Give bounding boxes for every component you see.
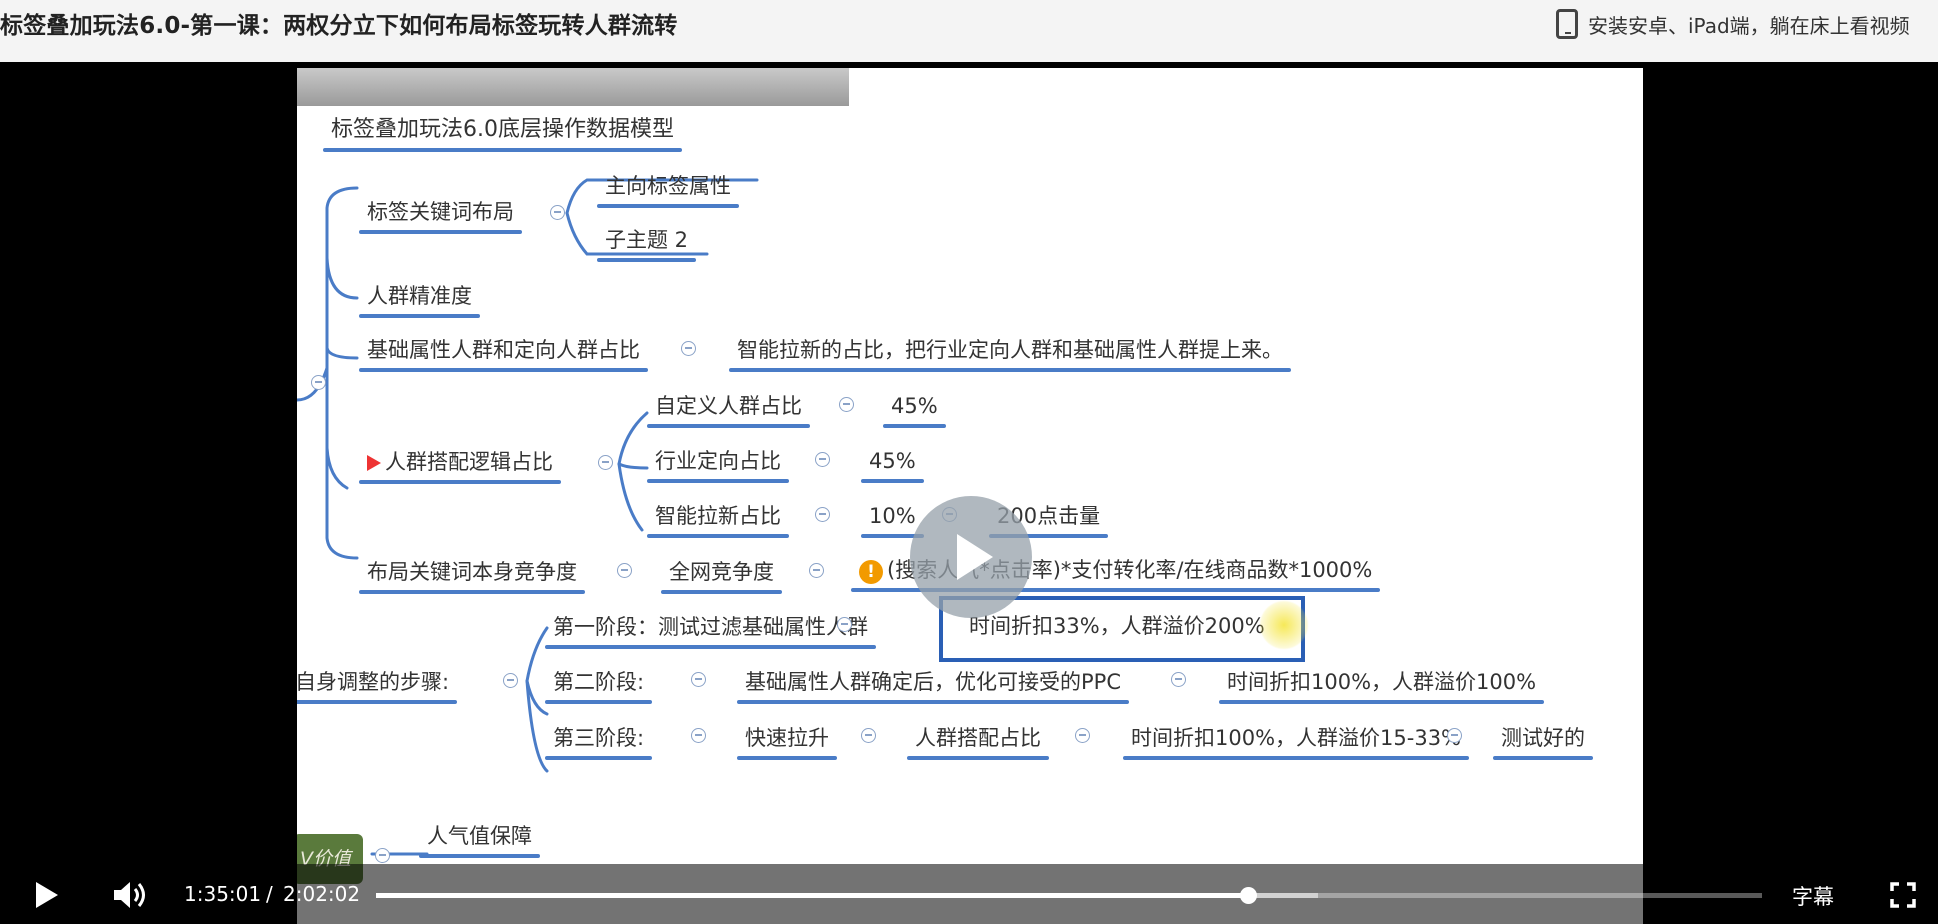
progress-handle[interactable] [1239, 887, 1257, 904]
flag-icon [367, 448, 385, 476]
node-stage-2-note: 基础属性人群确定后，优化可接受的PPC [737, 670, 1129, 704]
collapse-icon[interactable] [681, 341, 696, 356]
node-smart-acquire: 智能拉新占比 [647, 504, 789, 538]
node-crowd-mix: 人群搭配逻辑占比 [359, 448, 561, 484]
node-stage-2-value: 时间折扣100%，人群溢价100% [1218, 670, 1545, 704]
node-popularity: 人气值保障 [419, 824, 540, 858]
node-stage-2: 第二阶段: [544, 670, 653, 704]
app-promo-link[interactable]: 安装安卓、iPad端，躺在床上看视频 [1556, 7, 1910, 41]
collapse-icon[interactable] [311, 375, 326, 390]
collapse-icon[interactable] [1075, 728, 1090, 743]
collapse-icon[interactable] [1447, 728, 1462, 743]
play-icon[interactable] [36, 882, 58, 908]
collapse-icon[interactable] [691, 672, 706, 687]
node-custom-crowd-value: 45% [883, 394, 946, 428]
node-keyword-competition: 布局关键词本身竞争度 [359, 560, 585, 594]
collapse-icon[interactable] [837, 617, 852, 632]
duration: 2:02:02 [283, 882, 361, 906]
node-stage-3-c: 时间折扣100%，人群溢价15-33% [1122, 726, 1470, 760]
collapse-icon[interactable] [503, 673, 518, 688]
node-steps: 自身调整的步骤: [297, 670, 458, 704]
subtitle-button[interactable]: 字幕 [1792, 881, 1834, 911]
tablet-icon [1556, 9, 1578, 39]
node-base-ratio-note: 智能拉新的占比，把行业定向人群和基础属性人群提上来。 [729, 338, 1291, 372]
page-header: 标签叠加玩法6.0-第一课：两权分立下如何布局标签玩转人群流转 安装安卓、iPa… [0, 0, 1938, 62]
node-stage-3-b: 人群搭配占比 [907, 726, 1049, 760]
cursor-highlight [1259, 600, 1309, 650]
collapse-icon[interactable] [815, 507, 830, 522]
node-industry-target: 行业定向占比 [647, 449, 789, 483]
collapse-icon[interactable] [815, 452, 830, 467]
node-stage-3-a: 快速拉升 [737, 726, 837, 760]
node-tag-child-2: 子主题 2 [596, 228, 697, 262]
progress-bar[interactable] [376, 887, 1762, 904]
collapse-icon[interactable] [617, 563, 632, 578]
collapse-icon[interactable] [839, 397, 854, 412]
node-smart-acquire-value: 10% [861, 504, 924, 538]
volume-icon[interactable] [112, 880, 148, 910]
node-crowd-precision: 人群精准度 [359, 284, 480, 318]
progress-played [376, 893, 1248, 898]
node-base-ratio: 基础属性人群和定向人群占比 [359, 338, 648, 372]
app-promo-label: 安装安卓、iPad端，躺在床上看视频 [1588, 13, 1910, 38]
node-custom-crowd: 自定义人群占比 [647, 394, 810, 428]
mindmap-root: 标签叠加玩法6.0底层操作数据模型 [323, 117, 682, 152]
collapse-icon[interactable] [691, 728, 706, 743]
collapse-icon[interactable] [598, 455, 613, 470]
node-tag-child-1: 主向标签属性 [597, 174, 739, 208]
collapse-icon[interactable] [861, 728, 876, 743]
node-stage-1: 第一阶段：测试过滤基础属性人群 [545, 615, 876, 649]
page-title: 标签叠加玩法6.0-第一课：两权分立下如何布局标签玩转人群流转 [0, 13, 678, 39]
player-controls: 1:35:01 / 2:02:02 字幕 [0, 864, 1938, 924]
node-crowd-mix-label: 人群搭配逻辑占比 [385, 450, 553, 474]
node-stage-3: 第三阶段: [544, 726, 653, 760]
node-industry-target-value: 45% [861, 449, 924, 483]
video-player[interactable]: 标签叠加玩法6.0底层操作数据模型 标签关键词布局 主向标签属性 子主题 2 人… [0, 62, 1938, 924]
big-play-icon[interactable] [910, 496, 1032, 618]
collapse-icon[interactable] [1171, 672, 1186, 687]
warning-icon: ! [859, 560, 883, 584]
node-tag-layout: 标签关键词布局 [359, 200, 522, 234]
fullscreen-icon[interactable] [1890, 882, 1916, 908]
current-time: 1:35:01 [184, 882, 262, 906]
collapse-icon[interactable] [809, 563, 824, 578]
node-stage-3-d: 测试好的 [1493, 726, 1593, 760]
node-network-competition: 全网竞争度 [661, 560, 782, 594]
time-separator: / [266, 882, 273, 906]
node-stage-1-note: 时间折扣33%，人群溢价200% [969, 614, 1265, 638]
collapse-icon[interactable] [375, 848, 390, 863]
collapse-icon[interactable] [550, 205, 565, 220]
